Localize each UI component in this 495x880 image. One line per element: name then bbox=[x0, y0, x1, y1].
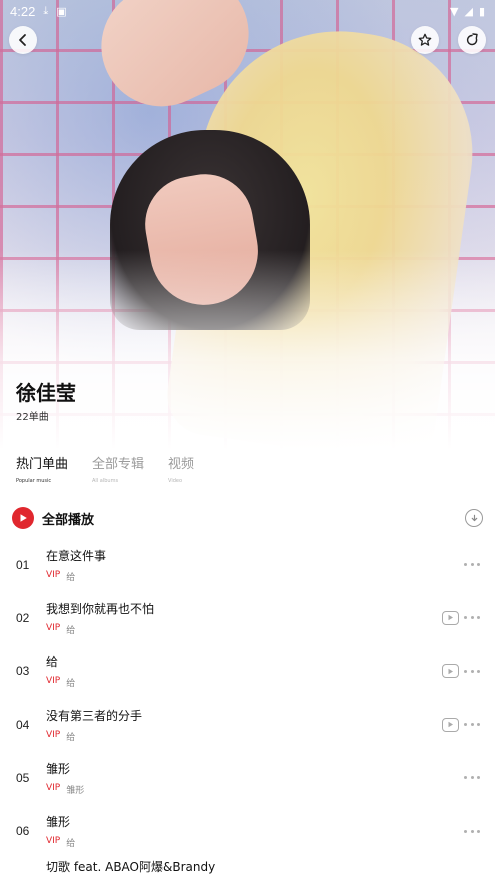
song-title: 在意这件事 bbox=[46, 548, 107, 563]
mv-button[interactable] bbox=[442, 664, 459, 679]
notification-icon: ▣ bbox=[56, 4, 67, 18]
vip-badge: VIP bbox=[46, 729, 61, 740]
song-title: 我想到你就再也不怕 bbox=[46, 601, 155, 616]
song-title: 雏形 bbox=[46, 815, 71, 830]
song-album: 雏形 bbox=[66, 785, 85, 796]
play-all-label: 全部播放 bbox=[42, 512, 95, 528]
artist-name: 徐佳莹 bbox=[16, 381, 76, 405]
song-album: 给 bbox=[66, 679, 76, 690]
tab-sublabel: All albums bbox=[92, 478, 119, 484]
song-index: 05 bbox=[16, 770, 30, 785]
mv-button[interactable] bbox=[442, 717, 459, 732]
song-album: 给 bbox=[66, 839, 76, 850]
song-title: 给 bbox=[46, 655, 59, 670]
status-time: 4:22 bbox=[10, 3, 36, 19]
vip-badge: VIP bbox=[46, 836, 61, 847]
play-all-button[interactable] bbox=[12, 507, 34, 529]
song-album: 给 bbox=[66, 572, 76, 583]
vip-badge: VIP bbox=[46, 676, 61, 687]
share-button[interactable] bbox=[458, 26, 486, 54]
tab-label: 全部专辑 bbox=[92, 457, 145, 472]
more-options-button[interactable] bbox=[464, 560, 480, 570]
play-icon bbox=[20, 514, 27, 522]
vip-badge: VIP bbox=[46, 622, 61, 633]
song-index: 02 bbox=[16, 610, 30, 625]
more-options-button[interactable] bbox=[464, 773, 480, 783]
more-options-button[interactable] bbox=[464, 666, 480, 676]
more-options-button[interactable] bbox=[464, 613, 480, 623]
download-status-icon: ⤓ bbox=[43, 4, 49, 17]
tab-sublabel: Popular music bbox=[16, 478, 52, 484]
tab-bar: 热门单曲 Popular music 全部专辑 All albums 视频 Vi… bbox=[16, 453, 194, 484]
download-icon bbox=[471, 514, 477, 521]
song-row[interactable]: 05 雏形 VIP 雏形 bbox=[0, 751, 495, 804]
status-bar: 4:22 ⤓ ▣ ▼ ◢ ▮ bbox=[0, 0, 495, 22]
vip-badge: VIP bbox=[46, 569, 61, 580]
artist-song-count: 22单曲 bbox=[16, 412, 49, 423]
tab-label: 热门单曲 bbox=[16, 457, 69, 472]
song-row[interactable]: 04 没有第三者的分手 VIP 给 bbox=[0, 698, 495, 751]
back-button[interactable] bbox=[9, 26, 37, 54]
song-row[interactable]: 06 雏形 VIP 给 bbox=[0, 804, 495, 857]
song-row[interactable]: 01 在意这件事 VIP 给 bbox=[0, 538, 495, 591]
song-title: 没有第三者的分手 bbox=[46, 708, 143, 723]
tab-sublabel: Video bbox=[168, 478, 183, 484]
song-index: 01 bbox=[16, 557, 30, 572]
battery-icon: ▮ bbox=[478, 4, 485, 18]
song-title: 切歌 feat. ABAO阿爆&Brandy bbox=[46, 859, 216, 874]
song-index: 06 bbox=[16, 824, 30, 839]
download-all-button[interactable] bbox=[465, 509, 483, 527]
song-row[interactable]: 切歌 feat. ABAO阿爆&Brandy bbox=[0, 858, 495, 880]
song-album: 给 bbox=[66, 732, 76, 743]
mv-button[interactable] bbox=[442, 610, 459, 625]
more-options-button[interactable] bbox=[464, 720, 480, 730]
tab-label: 视频 bbox=[168, 457, 195, 472]
video-icon bbox=[448, 668, 453, 674]
tab-popular-music[interactable]: 热门单曲 Popular music bbox=[16, 453, 68, 484]
favorite-button[interactable] bbox=[411, 26, 439, 54]
song-title: 雏形 bbox=[46, 761, 71, 776]
video-icon bbox=[448, 721, 453, 728]
video-icon bbox=[448, 615, 453, 621]
more-options-button[interactable] bbox=[464, 826, 480, 836]
chevron-left-icon bbox=[19, 34, 26, 46]
play-all-row[interactable]: 全部播放 bbox=[12, 506, 483, 530]
song-album: 给 bbox=[66, 625, 76, 636]
star-icon bbox=[418, 33, 432, 46]
song-index: 04 bbox=[16, 717, 30, 732]
share-icon bbox=[466, 33, 478, 46]
song-row[interactable]: 03 给 VIP 给 bbox=[0, 645, 495, 698]
song-list: 01 在意这件事 VIP 给 02 我想到你就再也不怕 VIP 给 03 给 V… bbox=[0, 538, 495, 880]
tab-video[interactable]: 视频 Video bbox=[168, 453, 194, 484]
song-row[interactable]: 02 我想到你就再也不怕 VIP 给 bbox=[0, 591, 495, 644]
wifi-icon: ▼ bbox=[450, 4, 459, 18]
song-index: 03 bbox=[16, 664, 30, 679]
tab-all-albums[interactable]: 全部专辑 All albums bbox=[92, 453, 144, 484]
signal-icon: ◢ bbox=[464, 4, 473, 18]
vip-badge: VIP bbox=[46, 782, 61, 793]
